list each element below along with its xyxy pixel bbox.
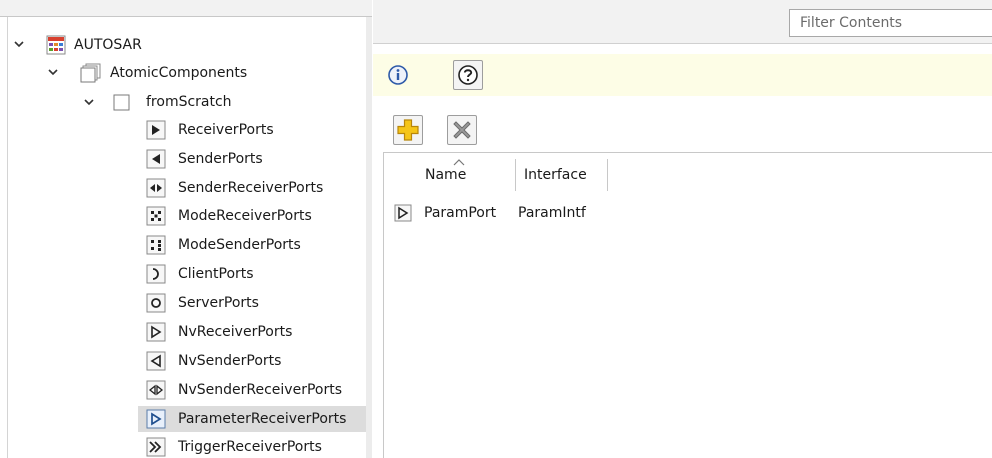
tree-item-senderports[interactable]: SenderPorts [146,146,263,172]
tree-item-senderreceiverports[interactable]: SenderReceiverPorts [146,175,323,201]
component-box-icon [112,92,132,112]
parameter-receiver-port-icon [146,409,166,429]
column-header-interface[interactable]: Interface [516,159,608,191]
info-bar [373,54,992,96]
filter-placeholder: Filter Contents [800,15,903,31]
info-icon[interactable] [387,64,409,86]
tree-item-nvreceiverports[interactable]: NvReceiverPorts [146,319,292,345]
tree-item-label: ClientPorts [178,266,254,282]
contents-table: Name Interface ParamPort ParamIntf [383,152,992,458]
chevron-down-icon[interactable] [14,39,24,49]
server-port-icon [146,293,166,313]
tree-item-label: ReceiverPorts [178,122,274,138]
tree-item-nvsenderports[interactable]: NvSenderPorts [146,348,281,374]
filter-contents-input[interactable]: Filter Contents [789,9,992,37]
actions-toolbar [373,108,992,152]
contents-panel: Filter Contents Name Interface ParamPort… [373,0,992,458]
tree-panel-header [0,0,372,17]
tree-item-nvsenderreceiverports[interactable]: NvSenderReceiverPorts [146,377,342,403]
tree-item-parameterreceiverports[interactable]: ParameterReceiverPorts [138,406,366,432]
mode-sender-port-icon [146,235,166,255]
tree-node-fromscratch[interactable]: fromScratch [112,89,232,115]
trigger-receiver-port-icon [146,437,166,457]
tree-item-label: TriggerReceiverPorts [178,439,322,455]
tree-item-receiverports[interactable]: ReceiverPorts [146,117,274,143]
tree-item-label: NvReceiverPorts [178,324,293,340]
tree-item-label: ModeReceiverPorts [178,208,312,224]
tree-item-label: SenderPorts [178,151,263,167]
client-port-icon [146,264,166,284]
row-interface-cell: ParamIntf [518,205,586,221]
delete-icon[interactable] [447,115,477,145]
tree-item-label: NvSenderPorts [178,353,282,369]
tree-item-serverports[interactable]: ServerPorts [146,290,259,316]
tree-node-label: AtomicComponents [110,65,248,81]
nv-sender-receiver-port-icon [146,380,166,400]
tree-item-modesenderports[interactable]: ModeSenderPorts [146,232,301,258]
autosar-tree-icon [46,35,66,55]
tree-item-label: ModeSenderPorts [178,237,301,253]
tree-node-label: fromScratch [146,94,232,110]
tree-node-atomiccomponents[interactable]: AtomicComponents [80,60,247,86]
tree-gutter [7,17,8,458]
tree-scrollbar[interactable] [366,17,372,458]
sender-port-icon [146,149,166,169]
parameter-receiver-port-icon [394,204,412,222]
sender-receiver-port-icon [146,178,166,198]
help-icon[interactable] [453,60,483,90]
tree-item-label: ParameterReceiverPorts [178,411,347,427]
tree-node-label: AUTOSAR [74,37,142,53]
nv-sender-port-icon [146,351,166,371]
tree-item-label: NvSenderReceiverPorts [178,382,343,398]
contents-header: Filter Contents [373,0,992,44]
tree-node-autosar[interactable]: AUTOSAR [46,32,142,58]
nv-receiver-port-icon [146,322,166,342]
column-header-name[interactable]: Name [417,159,516,191]
table-row[interactable]: ParamPort ParamIntf [384,201,644,227]
add-icon[interactable] [393,115,423,145]
tree-item-modereceiverports[interactable]: ModeReceiverPorts [146,203,312,229]
tree-item-label: SenderReceiverPorts [178,180,324,196]
chevron-down-icon[interactable] [48,67,58,77]
folder-pages-icon [80,63,102,83]
tree-item-clientports[interactable]: ClientPorts [146,261,254,287]
receiver-port-icon [146,120,166,140]
mode-receiver-port-icon [146,206,166,226]
row-name-cell: ParamPort [424,205,497,221]
tree-panel: AUTOSAR AtomicComponents fromScratch Rec… [0,0,372,458]
tree-item-triggerreceiverports[interactable]: TriggerReceiverPorts [146,434,322,458]
tree-item-label: ServerPorts [178,295,259,311]
chevron-down-icon[interactable] [84,97,94,107]
